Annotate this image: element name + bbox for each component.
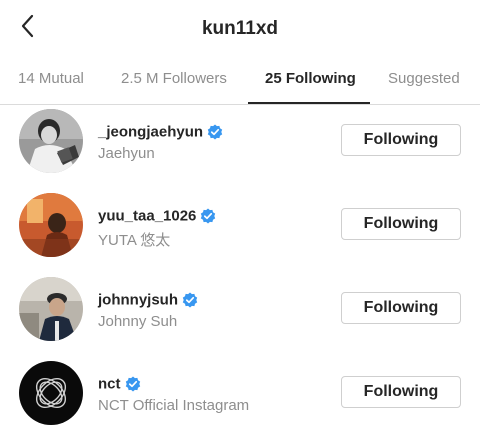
tab-suggested[interactable]: Suggested bbox=[388, 70, 460, 87]
tab-following[interactable]: 25 Following bbox=[265, 70, 356, 87]
avatar[interactable] bbox=[19, 109, 83, 173]
list-item: yuu_taa_1026 YUTA 悠太 Following bbox=[0, 184, 480, 268]
full-name: NCT Official Instagram bbox=[98, 397, 250, 414]
full-name: YUTA 悠太 bbox=[98, 232, 171, 249]
username[interactable]: nct bbox=[98, 375, 121, 392]
following-button[interactable]: Following bbox=[341, 376, 461, 408]
tab-mutual[interactable]: 14 Mutual bbox=[18, 70, 84, 87]
verified-badge-icon bbox=[182, 292, 198, 308]
username-line: nct bbox=[98, 375, 141, 395]
username-line: _jeongjaehyun bbox=[98, 123, 223, 143]
avatar[interactable] bbox=[19, 277, 83, 341]
verified-badge-icon bbox=[125, 376, 140, 392]
username[interactable]: _jeongjaehyun bbox=[98, 123, 203, 140]
list-item: nct NCT Official Instagram Following bbox=[0, 352, 480, 436]
tab-followers[interactable]: 2.5 M Followers bbox=[121, 70, 227, 87]
username-line: johnnyjsuh bbox=[98, 291, 198, 311]
avatar[interactable] bbox=[19, 193, 83, 257]
full-name: Johnny Suh bbox=[98, 313, 178, 330]
full-name: Jaehyun bbox=[98, 145, 155, 162]
username[interactable]: johnnyjsuh bbox=[98, 291, 178, 308]
nct-logo-icon bbox=[19, 361, 83, 425]
page-title: kun11xd bbox=[201, 18, 279, 39]
following-button[interactable]: Following bbox=[341, 292, 461, 324]
tab-bar: 14 Mutual 2.5 M Followers 25 Following S… bbox=[0, 56, 480, 105]
following-button[interactable]: Following bbox=[341, 124, 461, 156]
username-line: yuu_taa_1026 bbox=[98, 207, 216, 227]
avatar[interactable] bbox=[19, 361, 83, 425]
top-bar: kun11xd bbox=[0, 0, 480, 56]
verified-badge-icon bbox=[201, 208, 216, 224]
following-button[interactable]: Following bbox=[341, 208, 461, 240]
list-item: _jeongjaehyun Jaehyun Following bbox=[0, 100, 480, 184]
list-item: johnnyjsuh Johnny Suh Following bbox=[0, 268, 480, 352]
username[interactable]: yuu_taa_1026 bbox=[98, 207, 196, 224]
verified-badge-icon bbox=[207, 124, 223, 140]
